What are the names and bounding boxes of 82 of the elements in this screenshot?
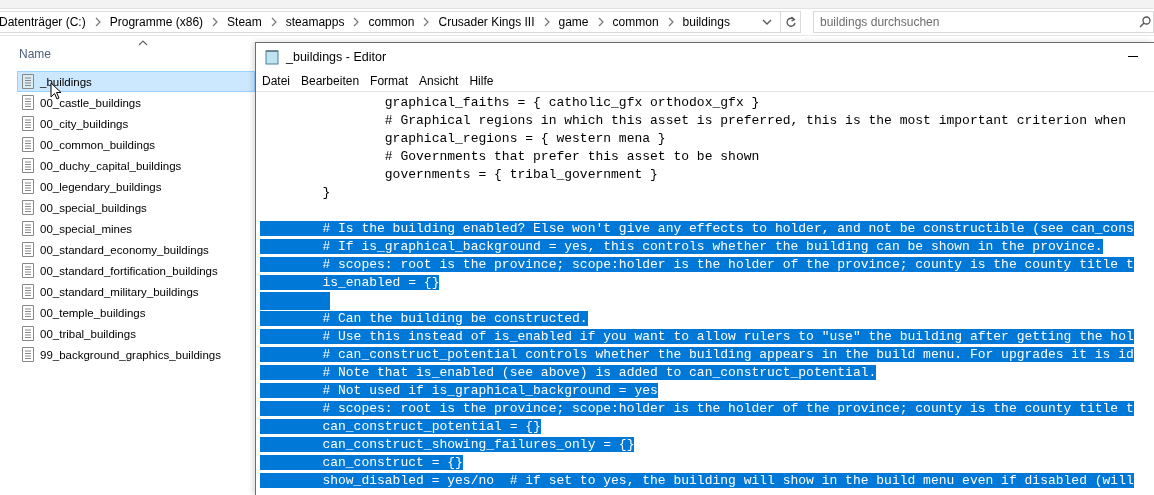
file-name: 00_special_mines xyxy=(40,222,133,235)
code-line: # Governments that prefer this asset to be shown xyxy=(383,149,760,164)
search-icon xyxy=(1139,16,1151,28)
text-file-icon xyxy=(22,200,34,215)
code-line: # Graphical regions in which this asset is preferred, this is the most important criterion when xyxy=(383,113,1126,128)
text-file-icon xyxy=(22,137,34,152)
menu-item[interactable]: Bearbeiten xyxy=(301,74,360,88)
file-row[interactable]: 00_city_buildings xyxy=(17,113,255,134)
breadcrumb[interactable]: game xyxy=(558,15,589,29)
file-row[interactable]: 00_standard_fortification_buildings xyxy=(17,260,255,281)
window-title: _buildings - Editor xyxy=(286,50,387,64)
file-row[interactable]: 00_duchy_capital_buildings xyxy=(17,155,255,176)
refresh-button[interactable] xyxy=(781,11,801,33)
menu-item[interactable]: Hilfe xyxy=(469,74,494,88)
code-line: } xyxy=(321,185,331,200)
file-row[interactable]: _buildings xyxy=(17,71,255,92)
search-field[interactable]: buildings durchsuchen xyxy=(813,11,1154,33)
file-name: 00_duchy_capital_buildings xyxy=(40,159,182,172)
text-file-icon xyxy=(22,347,34,362)
file-name: 00_castle_buildings xyxy=(40,96,142,109)
file-name: 00_common_buildings xyxy=(40,138,156,151)
file-name: _buildings xyxy=(40,75,92,88)
text-file-icon xyxy=(22,74,34,89)
file-name: 00_temple_buildings xyxy=(40,306,146,319)
menu-item[interactable]: Format xyxy=(370,74,409,88)
file-row[interactable]: 00_standard_military_buildings xyxy=(17,281,255,302)
code-line: graphical_regions = { western mena } xyxy=(383,131,666,146)
text-file-icon xyxy=(22,95,34,110)
text-file-icon xyxy=(22,305,34,320)
text-file-icon xyxy=(22,242,34,257)
search-input[interactable]: buildings durchsuchen xyxy=(820,15,1139,29)
menu-item[interactable]: Ansicht xyxy=(419,74,459,88)
breadcrumb[interactable]: common xyxy=(368,15,415,29)
breadcrumb[interactable]: steamapps xyxy=(285,15,345,29)
chevron-icon xyxy=(94,17,101,27)
chevron-icon xyxy=(543,17,550,27)
file-name: 00_city_buildings xyxy=(40,117,129,130)
file-row[interactable]: 00_common_buildings xyxy=(17,134,255,155)
breadcrumb[interactable]: Programme (x86) xyxy=(109,15,204,29)
text-file-icon xyxy=(22,116,34,131)
sort-caret-icon xyxy=(138,40,148,46)
refresh-icon xyxy=(784,16,797,28)
file-name: 00_standard_military_buildings xyxy=(40,285,199,298)
text-file-icon xyxy=(22,221,34,236)
dropdown-icon[interactable] xyxy=(762,19,772,25)
code-line: graphical_faiths = { catholic_gfx orthodox_gfx } xyxy=(383,95,760,110)
file-name: 00_legendary_buildings xyxy=(40,180,162,193)
notepad-icon xyxy=(264,49,280,65)
chevron-icon xyxy=(667,17,674,27)
file-name: 00_standard_fortification_buildings xyxy=(40,264,218,277)
file-name: 00_standard_economy_buildings xyxy=(40,243,209,256)
breadcrumb[interactable]: Crusader Kings III xyxy=(438,15,535,29)
file-name: 00_tribal_buildings xyxy=(40,327,136,340)
text-file-icon xyxy=(22,179,34,194)
code-line: governments = { tribal_government } xyxy=(383,167,658,182)
menu-item[interactable]: Datei xyxy=(262,74,290,88)
breadcrumb[interactable]: buildings xyxy=(682,15,730,29)
file-name: 00_special_buildings xyxy=(40,201,147,214)
file-row[interactable]: 00_temple_buildings xyxy=(17,302,255,323)
file-row[interactable]: 00_special_buildings xyxy=(17,197,255,218)
chevron-icon xyxy=(353,17,360,27)
text-file-icon xyxy=(22,158,34,173)
chevron-icon xyxy=(597,17,604,27)
text-file-icon xyxy=(22,263,34,278)
file-row[interactable]: 00_standard_economy_buildings xyxy=(17,239,255,260)
chevron-icon xyxy=(423,17,430,27)
file-row[interactable]: 00_castle_buildings xyxy=(17,92,255,113)
breadcrumb[interactable]: Steam xyxy=(227,15,262,29)
chevron-icon xyxy=(212,17,219,27)
text-file-icon xyxy=(22,326,34,341)
file-row[interactable]: 99_background_graphics_buildings xyxy=(17,344,255,365)
breadcrumb[interactable]: Datenträger (C:) xyxy=(0,15,86,29)
text-file-icon xyxy=(22,284,34,299)
column-header[interactable]: Name xyxy=(0,36,255,71)
breadcrumb[interactable]: common xyxy=(612,15,659,29)
address-bar[interactable]: Datenträger (C:) Programme (x86) Steam steamapps common Crusader Kings III game common buildings xyxy=(0,11,781,33)
chevron-icon xyxy=(270,17,277,27)
file-name: 99_background_graphics_buildings xyxy=(40,348,221,361)
file-row[interactable]: 00_tribal_buildings xyxy=(17,323,255,344)
file-row[interactable]: 00_special_mines xyxy=(17,218,255,239)
minimize-icon[interactable] xyxy=(1128,56,1138,58)
file-row[interactable]: 00_legendary_buildings xyxy=(17,176,255,197)
